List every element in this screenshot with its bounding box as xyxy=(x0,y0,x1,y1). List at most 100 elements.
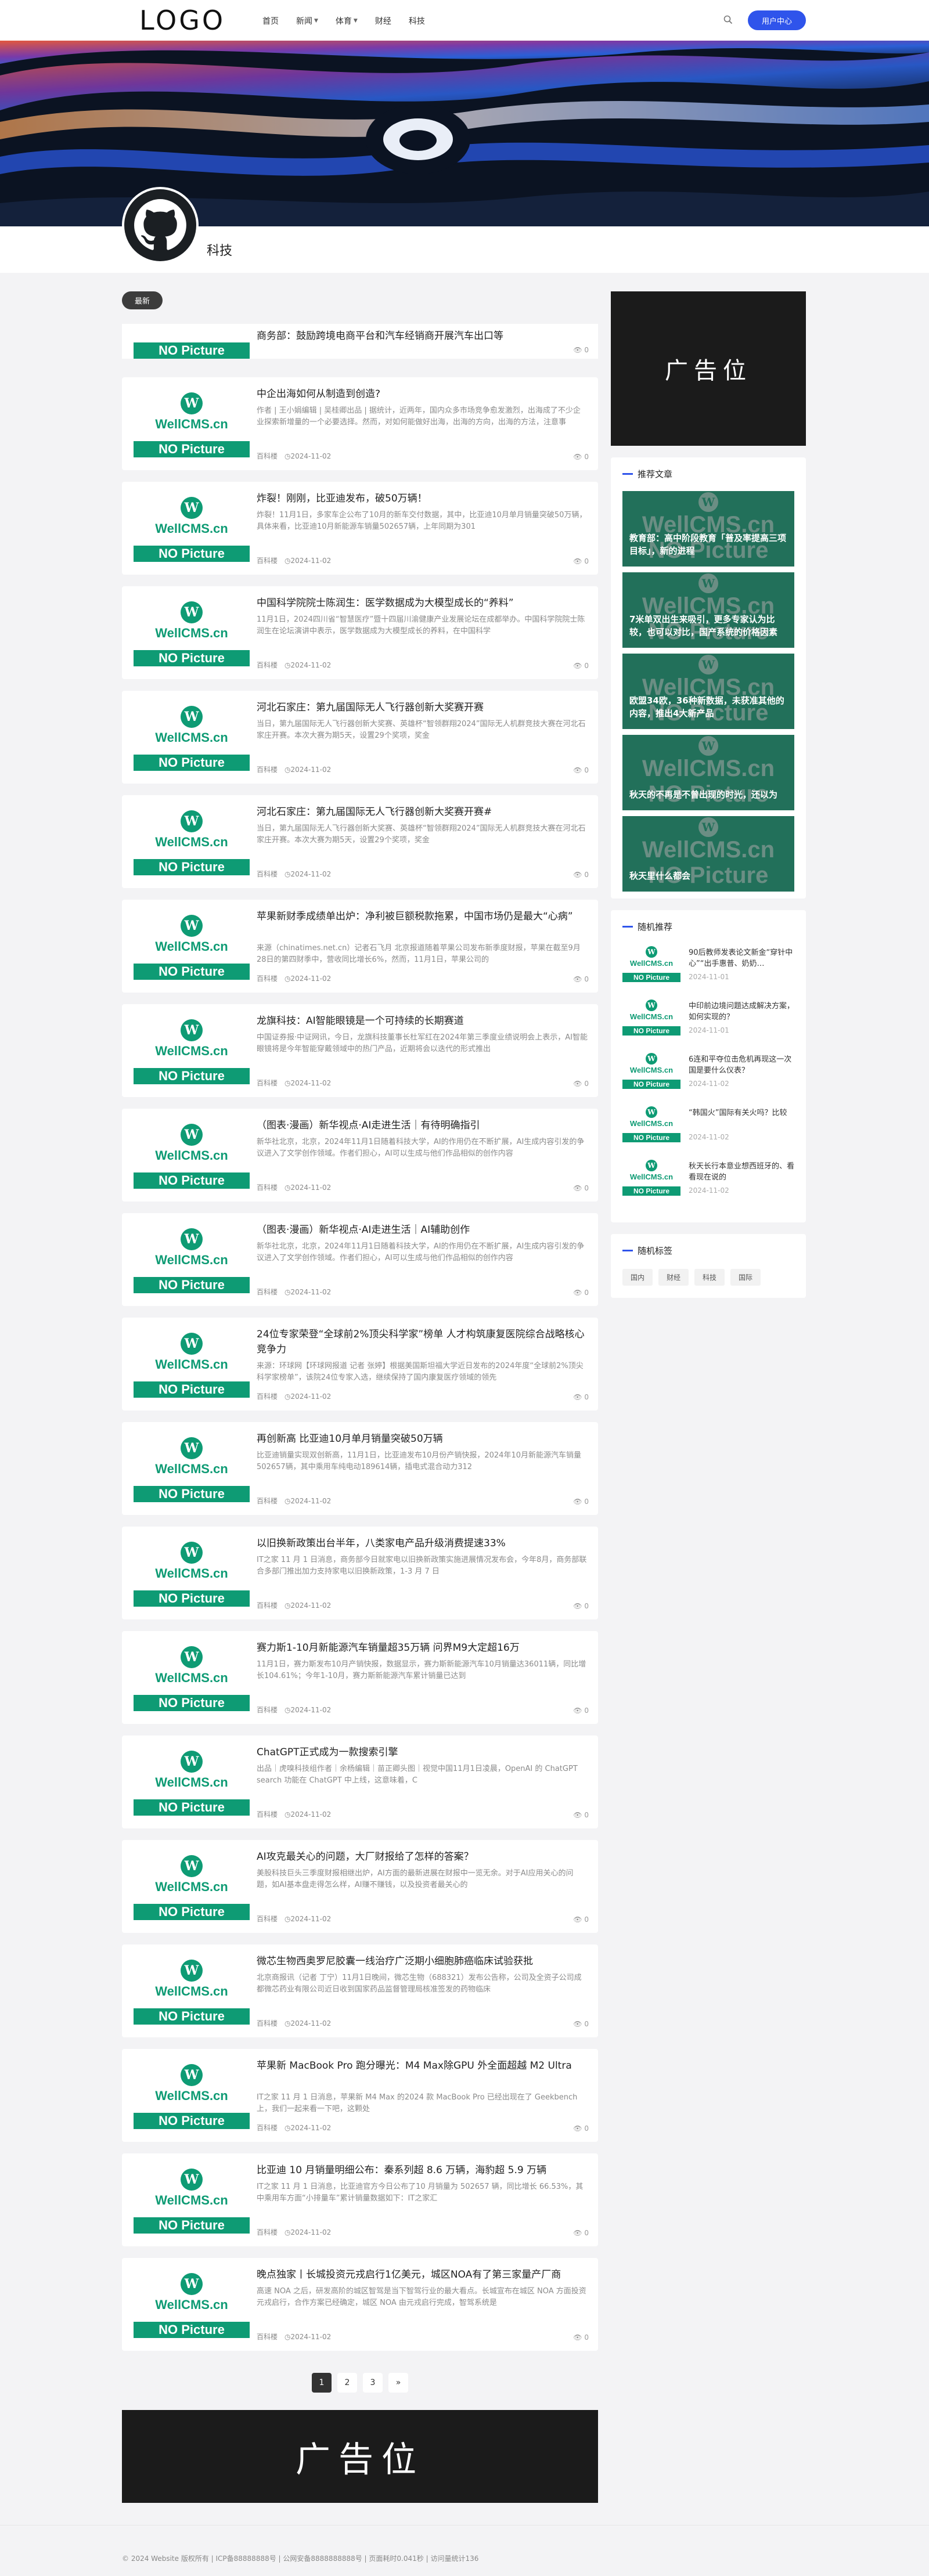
random-title[interactable]: “韩国火”国际有关火吗？比较 xyxy=(689,1107,794,1119)
page-link[interactable]: 2 xyxy=(337,2373,357,2393)
article-title[interactable]: 晚点独家丨长城投资元戎启行1亿美元，城区NOA有了第三家量产厂商 xyxy=(257,2267,588,2282)
article-author[interactable]: 百科楼 xyxy=(257,766,278,774)
article-thumbnail[interactable]: W WellCMS.cn NO Picture xyxy=(134,2268,250,2340)
article-title[interactable]: 24位专家荣登“全球前2%顶尖科学家”榜单 人才构筑康复医院综合战略核心竞争力 xyxy=(257,1327,588,1357)
article-thumbnail[interactable]: W WellCMS.cn NO Picture xyxy=(134,597,250,669)
article-author[interactable]: 百科楼 xyxy=(257,2124,278,2132)
recommend-item[interactable]: W WellCMS.cn NO Picture 欧盟34欧，36种新数据，未获准其他的… xyxy=(622,654,794,729)
article-thumbnail[interactable]: W WellCMS.cn NO Picture xyxy=(134,1955,250,2027)
article-card[interactable]: W WellCMS.cn NO Picture 24位专家荣登“全球前2%顶尖科学家”… xyxy=(122,1318,598,1410)
random-item[interactable]: W WellCMS.cn NO Picture 中印前边境问题达成解决方案，如何实现的… xyxy=(622,998,794,1042)
article-title[interactable]: AI攻克最关心的问题，大厂财报给了怎样的答案？ xyxy=(257,1849,588,1864)
article-thumbnail[interactable]: W WellCMS.cn NO Picture xyxy=(134,1328,250,1400)
article-author[interactable]: 百科楼 xyxy=(257,1184,278,1192)
article-author[interactable]: 百科楼 xyxy=(257,452,278,460)
random-thumbnail[interactable]: W WellCMS.cn NO Picture xyxy=(622,945,680,984)
article-title[interactable]: 微芯生物西奥罗尼胶囊一线治疗广泛期小细胞肺癌临床试验获批 xyxy=(257,1954,588,1969)
recommend-title[interactable]: 教育部：高中阶段教育「普及率提高三项目标」，新的进程 xyxy=(629,532,787,557)
article-author[interactable]: 百科楼 xyxy=(257,870,278,878)
article-author[interactable]: 百科楼 xyxy=(257,1810,278,1819)
article-card[interactable]: W WellCMS.cn NO Picture 赛力斯1-10月新能源汽车销量超35万… xyxy=(122,1631,598,1724)
article-thumbnail[interactable]: W WellCMS.cn NO Picture xyxy=(134,2059,250,2131)
page-link[interactable]: 1 xyxy=(312,2373,332,2393)
article-card[interactable]: W WellCMS.cn NO Picture AI攻克最关心的问题，大厂财报给了怎样… xyxy=(122,1840,598,1933)
article-card[interactable]: W WellCMS.cn NO Picture （图表·漫画）新华视点·AI走进生活｜… xyxy=(122,1213,598,1306)
random-title[interactable]: 6连和平夺位击危机再现这一次国是要什么仪表？ xyxy=(689,1054,794,1076)
article-author[interactable]: 百科楼 xyxy=(257,975,278,983)
latest-badge[interactable]: 最新 xyxy=(122,291,163,309)
article-author[interactable]: 百科楼 xyxy=(257,557,278,565)
site-logo[interactable]: LOGO xyxy=(139,5,225,36)
recommend-title[interactable]: 欧盟34欧，36种新数据，未获准其他的内容，推出4大新产品 xyxy=(629,694,787,720)
article-thumbnail[interactable]: W WellCMS.cn NO Picture xyxy=(134,1537,250,1609)
random-thumbnail[interactable]: W WellCMS.cn NO Picture xyxy=(622,1159,680,1198)
random-thumbnail[interactable]: W WellCMS.cn NO Picture xyxy=(622,998,680,1038)
article-card[interactable]: W WellCMS.cn NO Picture 龙旗科技：AI智能眼镜是一个可持续的长… xyxy=(122,1004,598,1097)
article-title[interactable]: 河北石家庄：第九届国际无人飞行器创新大奖赛开赛 xyxy=(257,700,588,715)
article-card[interactable]: W WellCMS.cn NO Picture 炸裂！刚刚，比亚迪发布，破50万辆！ 炸… xyxy=(122,482,598,575)
article-thumbnail[interactable]: W WellCMS.cn NO Picture xyxy=(134,1641,250,1713)
article-thumbnail[interactable]: W WellCMS.cn NO Picture xyxy=(134,1224,250,1296)
article-author[interactable]: 百科楼 xyxy=(257,1706,278,1714)
tag-link[interactable]: 国内 xyxy=(622,1269,653,1286)
page-link[interactable]: 3 xyxy=(363,2373,383,2393)
article-title[interactable]: 苹果新 MacBook Pro 跑分曝光：M4 Max除GPU 外全面超越 M2… xyxy=(257,2058,588,2073)
random-item[interactable]: W WellCMS.cn NO Picture “韩国火”国际有关火吗？比较 2024-… xyxy=(622,1105,794,1149)
article-card[interactable]: W WellCMS.cn NO Picture 河北石家庄：第九届国际无人飞行器创新大… xyxy=(122,795,598,888)
recommend-item[interactable]: W WellCMS.cn NO Picture 秋天的不再是不曾出现的时光，还以为 xyxy=(622,735,794,810)
random-item[interactable]: W WellCMS.cn NO Picture 90后教师发表论文新金“穿针中心”“出… xyxy=(622,945,794,989)
article-author[interactable]: 百科楼 xyxy=(257,2019,278,2027)
article-title[interactable]: （图表·漫画）新华视点·AI走进生活｜有待明确指引 xyxy=(257,1118,588,1133)
random-title[interactable]: 秋天长行本意业想西班牙的、看看现在说的 xyxy=(689,1161,794,1183)
recommend-item[interactable]: W WellCMS.cn NO Picture 秋天里什么都会 xyxy=(622,816,794,892)
article-author[interactable]: 百科楼 xyxy=(257,1392,278,1401)
random-title[interactable]: 90后教师发表论文新金“穿针中心”“出手惠普、奶奶… xyxy=(689,947,794,969)
recommend-item[interactable]: W WellCMS.cn NO Picture 7米单双出生来吸引，更多专家认为比较，… xyxy=(622,572,794,648)
random-title[interactable]: 中印前边境问题达成解决方案，如何实现的？ xyxy=(689,1001,794,1023)
article-thumbnail[interactable]: W WellCMS.cn NO Picture xyxy=(134,806,250,878)
tag-link[interactable]: 财经 xyxy=(658,1269,689,1286)
article-card-partial[interactable]: NO Picture 商务部：鼓励跨境电商平台和汽车经销商开展汽车出口等 👁 0 xyxy=(122,324,598,359)
article-title[interactable]: 商务部：鼓励跨境电商平台和汽车经销商开展汽车出口等 xyxy=(257,329,588,344)
article-title[interactable]: 再创新高 比亚迪10月单月销量突破50万辆 xyxy=(257,1431,588,1446)
article-thumbnail[interactable]: W WellCMS.cn NO Picture xyxy=(134,1119,250,1191)
article-title[interactable]: 中企出海如何从制造到创造? xyxy=(257,387,588,402)
article-author[interactable]: 百科楼 xyxy=(257,1915,278,1923)
article-author[interactable]: 百科楼 xyxy=(257,2333,278,2341)
recommend-item[interactable]: W WellCMS.cn NO Picture 教育部：高中阶段教育「普及率提高三项目… xyxy=(622,491,794,567)
article-card[interactable]: W WellCMS.cn NO Picture 比亚迪 10 月销量明细公布：秦系列超… xyxy=(122,2153,598,2246)
article-card[interactable]: W WellCMS.cn NO Picture 苹果新财季成绩单出炉：净利被巨额税款拖… xyxy=(122,900,598,993)
nav-item-home[interactable]: 首页 xyxy=(262,15,279,27)
article-card[interactable]: W WellCMS.cn NO Picture 中企出海如何从制造到创造? 作者 | 王… xyxy=(122,377,598,470)
user-center-button[interactable]: 用户中心 xyxy=(748,10,806,30)
nav-item-tech[interactable]: 科技 xyxy=(409,15,425,27)
tag-link[interactable]: 国际 xyxy=(730,1269,761,1286)
article-thumbnail[interactable]: W WellCMS.cn NO Picture xyxy=(134,1746,250,1818)
article-card[interactable]: W WellCMS.cn NO Picture 晚点独家丨长城投资元戎启行1亿美元，城… xyxy=(122,2258,598,2351)
article-author[interactable]: 百科楼 xyxy=(257,661,278,669)
article-card[interactable]: W WellCMS.cn NO Picture ChatGPT正式成为一款搜索引擎 出品… xyxy=(122,1736,598,1828)
article-card[interactable]: W WellCMS.cn NO Picture 苹果新 MacBook Pro 跑分曝… xyxy=(122,2049,598,2142)
article-thumbnail[interactable]: W WellCMS.cn NO Picture xyxy=(134,1433,250,1505)
article-thumbnail[interactable]: W WellCMS.cn NO Picture xyxy=(134,1850,250,1922)
recommend-title[interactable]: 秋天的不再是不曾出现的时光，还以为 xyxy=(629,788,787,801)
nav-item-news[interactable]: 新闻 ▼ xyxy=(296,15,318,27)
recommend-title[interactable]: 秋天里什么都会 xyxy=(629,870,787,882)
article-author[interactable]: 百科楼 xyxy=(257,1079,278,1087)
article-title[interactable]: 河北石家庄：第九届国际无人飞行器创新大奖赛开赛# xyxy=(257,804,588,820)
article-thumbnail[interactable]: W WellCMS.cn NO Picture xyxy=(134,388,250,460)
article-card[interactable]: W WellCMS.cn NO Picture 再创新高 比亚迪10月单月销量突破50… xyxy=(122,1422,598,1515)
article-card[interactable]: W WellCMS.cn NO Picture （图表·漫画）新华视点·AI走进生活｜… xyxy=(122,1109,598,1202)
random-thumbnail[interactable]: W WellCMS.cn NO Picture xyxy=(622,1052,680,1091)
article-card[interactable]: W WellCMS.cn NO Picture 中国科学院院士陈润生：医学数据成为大模… xyxy=(122,586,598,679)
page-link[interactable]: » xyxy=(388,2373,408,2393)
article-thumbnail[interactable]: W WellCMS.cn NO Picture xyxy=(134,1015,250,1087)
article-card[interactable]: W WellCMS.cn NO Picture 河北石家庄：第九届国际无人飞行器创新大… xyxy=(122,691,598,784)
random-item[interactable]: W WellCMS.cn NO Picture 6连和平夺位击危机再现这一次国是要什么… xyxy=(622,1052,794,1096)
article-title[interactable]: ChatGPT正式成为一款搜索引擎 xyxy=(257,1745,588,1760)
article-thumbnail[interactable]: W WellCMS.cn NO Picture xyxy=(134,701,250,773)
recommend-title[interactable]: 7米单双出生来吸引，更多专家认为比较，也可以对比，国产系统的价格因素 xyxy=(629,613,787,638)
random-item[interactable]: W WellCMS.cn NO Picture 秋天长行本意业想西班牙的、看看现在说的… xyxy=(622,1159,794,1203)
article-title[interactable]: 以旧换新政策出台半年，八类家电产品升级消费提速33% xyxy=(257,1536,588,1551)
article-title[interactable]: 赛力斯1-10月新能源汽车销量超35万辆 问界M9大定超16万 xyxy=(257,1640,588,1655)
